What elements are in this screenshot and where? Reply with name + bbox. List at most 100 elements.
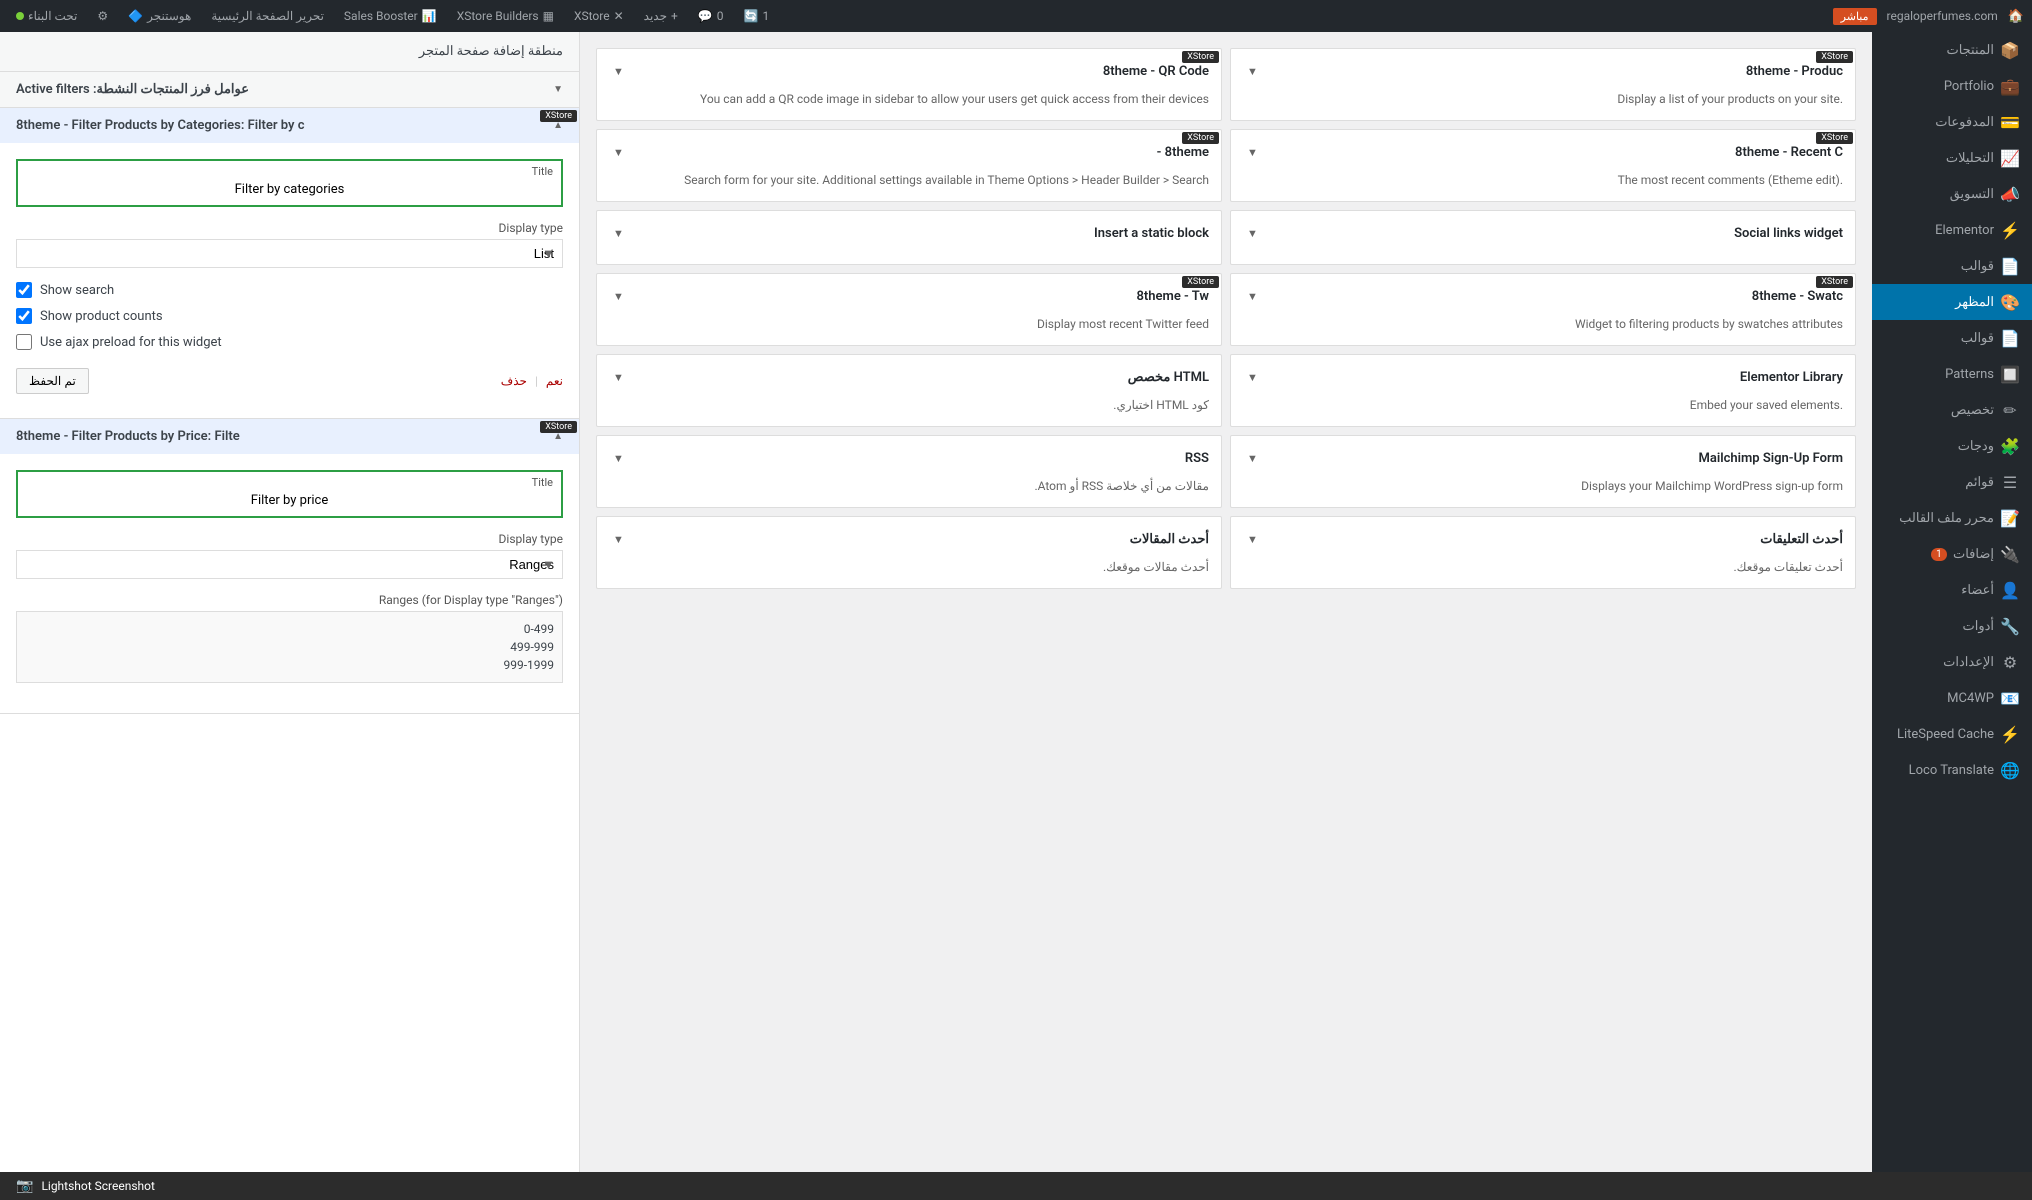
adminbar-site-link[interactable]: regaloperfumes.com [1879,9,2006,23]
widget-card-elementor-lib[interactable]: ▼ Elementor Library .Embed your saved el… [1230,354,1856,427]
widget-grid-inner: XStore ▼ 8theme - QR Code You can add a … [596,48,1856,589]
sidebar-item-plugins[interactable]: 🔌 إضافات 1 [1872,536,2032,572]
show-search-row: Show search [16,282,563,298]
sidebar-item-elementor[interactable]: ⚡ Elementor [1872,212,2032,248]
sidebar-item-widgets[interactable]: 🧩 ودجات [1872,428,2032,464]
widget-card-recent-comments2[interactable]: ▼ أحدث التعليقات أحدث تعليقات موقعك. [1230,516,1856,589]
widget-card-rss[interactable]: ▼ RSS مقالات من أي خلاصة RSS أو Atom. [596,435,1222,508]
chevron-icon-social[interactable]: ▼ [1243,223,1262,244]
sidebar-item-marketing[interactable]: 📣 التسويق [1872,176,2032,212]
adminbar-edit-page[interactable]: تحرير الصفحة الرئيسية [203,0,332,32]
price-title-field: Title Filter by price [16,470,563,518]
sidebar-item-analytics[interactable]: 📈 التحليلات [1872,140,2032,176]
sidebar-item-payments[interactable]: 💳 المدفوعات [1872,104,2032,140]
sidebar-nav: 📦 المنتجات 💼 Portfolio 💳 المدفوعات 📈 الت… [1872,32,2032,1200]
sidebar-item-menus[interactable]: ☰ قوائم [1872,464,2032,500]
widget-section-active-filters: ▼ عوامل فرز المنتجات النشطة: Active filt… [0,72,579,108]
theme-editor-icon: 📝 [2000,508,2020,528]
adminbar-sales-booster[interactable]: Sales Booster 📊 [336,0,445,32]
sidebar-item-products[interactable]: 📦 المنتجات [1872,32,2032,68]
chevron-icon-products[interactable]: ▼ [1243,61,1262,82]
mc4wp-icon: 📧 [2000,688,2020,708]
categories-delete-link[interactable]: حذف [501,374,527,388]
use-ajax-label: Use ajax preload for this widget [40,335,222,350]
adminbar-updates[interactable]: 🔄 1 [736,0,778,32]
categories-close-link[interactable]: نعم [546,374,563,388]
categories-display-type-select-wrapper: List Dropdown Grid ▼ [16,239,563,268]
sidebar-item-litespeed[interactable]: ⚡ LiteSpeed Cache [1872,716,2032,752]
chevron-icon-recent-posts[interactable]: ▼ [609,529,628,550]
widget-grid: XStore ▼ 8theme - QR Code You can add a … [580,32,1872,1200]
use-ajax-checkbox[interactable] [16,334,32,350]
sidebar-item-mc4wp[interactable]: 📧 MC4WP [1872,680,2032,716]
widget-card-recent-comments[interactable]: XStore ▼ 8theme - Recent C .The most rec… [1230,129,1856,202]
adminbar-xstore-x[interactable]: XStore ✕ [566,0,632,32]
widget-card-recent-posts[interactable]: ▼ أحدث المقالات أحدث مقالات موقعك. [596,516,1222,589]
adminbar-comments[interactable]: 💬 0 [690,0,732,32]
portfolio-icon: 💼 [2000,76,2020,96]
sidebar-item-theme-editor[interactable]: 📝 محرر ملف القالب [1872,500,2032,536]
widget-card-static-block[interactable]: ▼ Insert a static block [596,210,1222,265]
adminbar-live-button[interactable]: مباشر [1833,8,1877,25]
chevron-icon-qr[interactable]: ▼ [609,61,628,82]
settings-icon: ⚙ [2000,652,2020,672]
sidebar-item-loco[interactable]: 🌐 Loco Translate [1872,752,2032,788]
sidebar-item-tools[interactable]: 🔧 أدوات [1872,608,2032,644]
adminbar-status[interactable]: تحت البناء [8,0,85,32]
widget-card-twitter[interactable]: XStore ▼ 8theme - Tw Display most recent… [596,273,1222,346]
adminbar-new[interactable]: جديد + [636,0,686,32]
sidebar-item-templates[interactable]: 📄 قوالب [1872,248,2032,284]
sidebar-item-patterns[interactable]: 🔲 Patterns [1872,356,2032,392]
chevron-icon-swatches[interactable]: ▼ [1243,286,1262,307]
widget-card-search[interactable]: XStore ▼ 8theme - Search form for your s… [596,129,1222,202]
categories-title-field: Title Filter by categories [16,159,563,207]
chevron-icon-recent-comments2[interactable]: ▼ [1243,529,1262,550]
widget-card-xstore-badge-6: XStore [1182,276,1219,288]
chevron-icon-elementor[interactable]: ▼ [1243,367,1262,388]
widget-body-categories: Title Filter by categories Display type … [0,143,579,418]
widget-card-social-links[interactable]: ▼ Social links widget [1230,210,1856,265]
widget-card-header-rss: ▼ RSS [609,448,1209,469]
sidebar-item-portfolio[interactable]: 💼 Portfolio [1872,68,2032,104]
show-search-checkbox[interactable] [16,282,32,298]
widget-card-header-products: ▼ 8theme - Produc [1243,61,1843,82]
widget-card-custom-html[interactable]: ▼ HTML مخصص كود HTML اختياري. [596,354,1222,427]
sidebar-item-customize[interactable]: ✏ تخصيص [1872,392,2032,428]
patterns-icon: 🔲 [2000,364,2020,384]
chevron-icon-search[interactable]: ▼ [609,142,628,163]
customize-icon: ✏ [2000,400,2020,420]
section-header-filter-price[interactable]: XStore ▲ 8theme - Filter Products by Pri… [0,419,579,454]
section-header-filter-categories[interactable]: XStore ▲ 8theme - Filter Products by Cat… [0,108,579,143]
widget-card-header-mailchimp: ▼ Mailchimp Sign-Up Form [1243,448,1843,469]
widget-card-mailchimp[interactable]: ▼ Mailchimp Sign-Up Form Displays your M… [1230,435,1856,508]
chevron-icon-mailchimp[interactable]: ▼ [1243,448,1262,469]
categories-display-type-select[interactable]: List Dropdown Grid [16,239,563,268]
chevron-icon-twitter[interactable]: ▼ [609,286,628,307]
widget-card-swatches[interactable]: XStore ▼ 8theme - Swatc Widget to filter… [1230,273,1856,346]
widget-card-header-social: ▼ Social links widget [1243,223,1843,244]
marketing-icon: 📣 [2000,184,2020,204]
panel-header: منطقة إضافة صفحة المتجر [0,32,579,72]
sidebar-item-users[interactable]: 👤 أعضاء [1872,572,2032,608]
widget-card-products-list[interactable]: XStore ▼ 8theme - Produc .Display a list… [1230,48,1856,121]
show-product-counts-checkbox[interactable] [16,308,32,324]
section-header-active-filters[interactable]: ▼ عوامل فرز المنتجات النشطة: Active filt… [0,72,579,107]
chevron-down-icon: ▼ [553,84,563,95]
adminbar-xstore-builders[interactable]: XStore Builders ▦ [449,0,562,32]
sidebar-item-appearance[interactable]: 🎨 المظهر [1872,284,2032,320]
use-ajax-row: Use ajax preload for this widget [16,334,563,350]
categories-save-button[interactable]: تم الحفظ [16,368,89,394]
adminbar-settings-icon[interactable]: ⚙ [89,0,116,32]
chevron-icon-html[interactable]: ▼ [609,367,628,388]
users-icon: 👤 [2000,580,2020,600]
chevron-icon-recent-c[interactable]: ▼ [1243,142,1262,163]
chevron-icon-rss[interactable]: ▼ [609,448,628,469]
plugins-badge: 1 [1931,548,1947,561]
widget-card-qr-code[interactable]: XStore ▼ 8theme - QR Code You can add a … [596,48,1222,121]
show-product-counts-row: Show product counts [16,308,563,324]
sidebar-item-settings[interactable]: ⚙ الإعدادات [1872,644,2032,680]
chevron-icon-static[interactable]: ▼ [609,223,628,244]
price-display-type-select[interactable]: Ranges Slider Both [16,550,563,579]
sidebar-item-templates2[interactable]: 📄 قوالب [1872,320,2032,356]
adminbar-xstore[interactable]: 🔷 هوستنجر [120,0,199,32]
